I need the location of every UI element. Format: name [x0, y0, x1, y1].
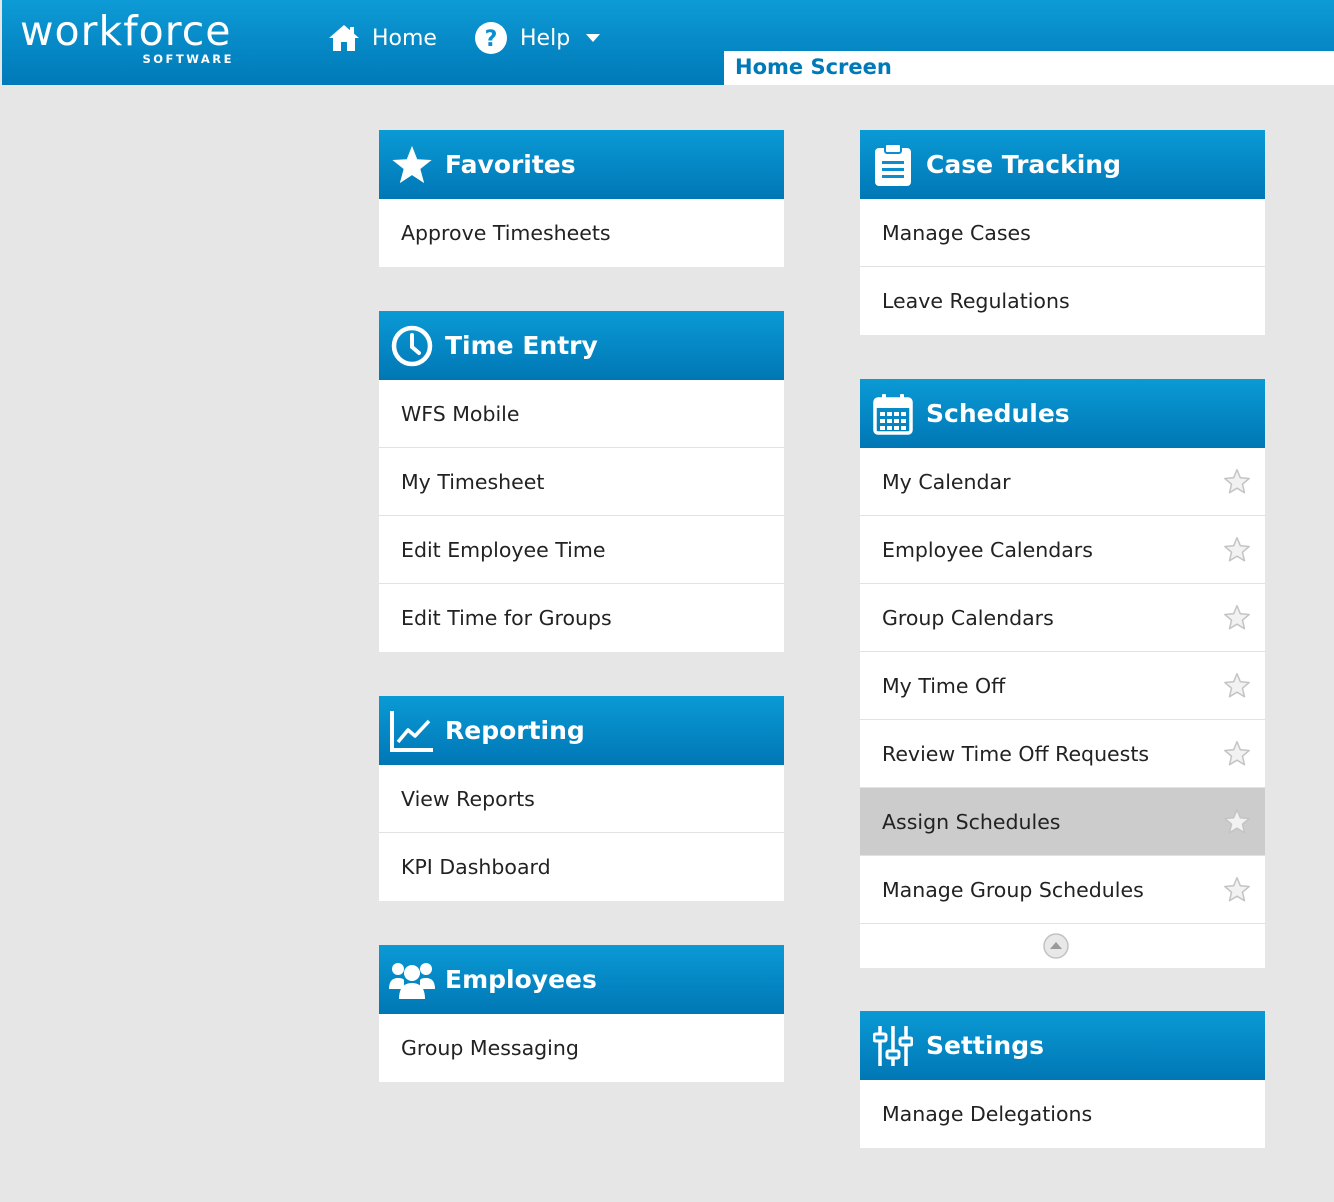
clipboard-icon [875, 142, 911, 186]
panel-favorites: Favorites Approve Timesheets [379, 130, 784, 267]
favorite-star-icon[interactable] [1223, 808, 1251, 836]
menu-item-my-calendar[interactable]: My Calendar [860, 448, 1265, 516]
nav-home-label: Home [372, 25, 437, 51]
menu-item-label: Edit Time for Groups [401, 606, 612, 630]
panel-title: Reporting [445, 716, 585, 745]
menu-item-group-calendars[interactable]: Group Calendars [860, 584, 1265, 652]
panel-title: Time Entry [445, 331, 598, 360]
panel-header: Favorites [379, 130, 784, 199]
favorite-star-icon[interactable] [1223, 740, 1251, 768]
menu-item-label: View Reports [401, 786, 535, 811]
menu-item-label: WFS Mobile [401, 401, 520, 426]
breadcrumb-current: Home Screen [735, 55, 892, 79]
nav-home[interactable]: Home [328, 18, 437, 58]
menu-item-edit-employee-time[interactable]: Edit Employee Time [379, 516, 784, 584]
favorite-star-icon[interactable] [1223, 604, 1251, 632]
menu-item-label: Review Time Off Requests [882, 741, 1150, 766]
chart-icon [390, 710, 433, 752]
panel-case-tracking: Case Tracking Manage Cases Leave Regulat… [860, 130, 1265, 335]
menu-item-label: Manage Group Schedules [882, 877, 1144, 902]
users-icon [389, 962, 435, 999]
menu-item-label: Assign Schedules [882, 809, 1061, 834]
menu-item-label: Employee Calendars [882, 537, 1093, 562]
menu-item-label: My Time Off [882, 673, 1006, 698]
menu-item-label: Leave Regulations [882, 289, 1070, 313]
panel-header: Case Tracking [860, 130, 1265, 199]
nav-help-label: Help [520, 25, 571, 51]
panel-employees: Employees Group Messaging [379, 945, 784, 1082]
top-bar: workforce SOFTWARE Home ? Help Home Scre… [2, 0, 1334, 85]
sliders-icon [873, 1025, 913, 1066]
home-icon [329, 25, 359, 51]
menu-item-manage-delegations[interactable]: Manage Delegations [860, 1080, 1265, 1148]
menu-item-employee-calendars[interactable]: Employee Calendars [860, 516, 1265, 584]
favorite-star-icon[interactable] [1223, 468, 1251, 496]
workforce-logo[interactable]: workforce SOFTWARE [20, 8, 240, 68]
favorite-star-icon[interactable] [1223, 536, 1251, 564]
logo-wordmark: workforce [20, 7, 232, 55]
logo-subtitle: SOFTWARE [142, 52, 234, 66]
panel-header: Time Entry [379, 311, 784, 380]
menu-item-manage-group-schedules[interactable]: Manage Group Schedules [860, 856, 1265, 924]
menu-item-label: Group Messaging [401, 1036, 579, 1060]
menu-item-label: Manage Cases [882, 220, 1031, 245]
menu-item-group-messaging[interactable]: Group Messaging [379, 1014, 784, 1082]
panel-title: Settings [926, 1031, 1045, 1060]
star-icon [392, 145, 432, 183]
panel-title: Case Tracking [926, 150, 1121, 179]
menu-item-wfs-mobile[interactable]: WFS Mobile [379, 380, 784, 448]
panel-reporting: Reporting View Reports KPI Dashboard [379, 696, 784, 901]
panel-title: Employees [445, 965, 597, 994]
menu-item-leave-regulations[interactable]: Leave Regulations [860, 267, 1265, 335]
panel-header: Employees [379, 945, 784, 1014]
clock-icon [391, 325, 433, 366]
menu-item-label: Approve Timesheets [401, 221, 611, 245]
panel-settings: Settings Manage Delegations [860, 1011, 1265, 1148]
menu-item-label: KPI Dashboard [401, 855, 551, 879]
menu-item-my-timesheet[interactable]: My Timesheet [379, 448, 784, 516]
menu-item-edit-time-for-groups[interactable]: Edit Time for Groups [379, 584, 784, 652]
menu-item-label: Manage Delegations [882, 1102, 1093, 1126]
favorite-star-icon[interactable] [1223, 876, 1251, 904]
menu-item-label: My Timesheet [401, 469, 545, 494]
menu-item-approve-timesheets[interactable]: Approve Timesheets [379, 199, 784, 267]
collapse-up-icon[interactable] [1042, 932, 1070, 960]
menu-item-label: Group Calendars [882, 605, 1054, 630]
breadcrumb: Home Screen [724, 51, 1334, 85]
menu-item-manage-cases[interactable]: Manage Cases [860, 199, 1265, 267]
nav-help[interactable]: ? Help [474, 18, 612, 58]
chevron-down-icon [586, 33, 601, 42]
panel-time-entry: Time Entry WFS Mobile My Timesheet Edit … [379, 311, 784, 652]
help-icon: ? [475, 22, 507, 54]
menu-item-my-time-off[interactable]: My Time Off [860, 652, 1265, 720]
panel-title: Favorites [445, 150, 576, 179]
panel-schedules: Schedules My Calendar Employee Calendars… [860, 379, 1265, 968]
favorite-star-icon[interactable] [1223, 672, 1251, 700]
panel-header: Schedules [860, 379, 1265, 448]
menu-item-label: Edit Employee Time [401, 537, 606, 562]
calendar-icon [873, 393, 913, 435]
svg-text:?: ? [485, 27, 498, 52]
panel-title: Schedules [926, 399, 1070, 428]
menu-item-assign-schedules[interactable]: Assign Schedules [860, 788, 1265, 856]
panel-header: Reporting [379, 696, 784, 765]
panel-header: Settings [860, 1011, 1265, 1080]
menu-item-kpi-dashboard[interactable]: KPI Dashboard [379, 833, 784, 901]
menu-item-review-time-off-requests[interactable]: Review Time Off Requests [860, 720, 1265, 788]
menu-item-label: My Calendar [882, 469, 1011, 494]
menu-item-view-reports[interactable]: View Reports [379, 765, 784, 833]
collapse-row [860, 924, 1265, 968]
